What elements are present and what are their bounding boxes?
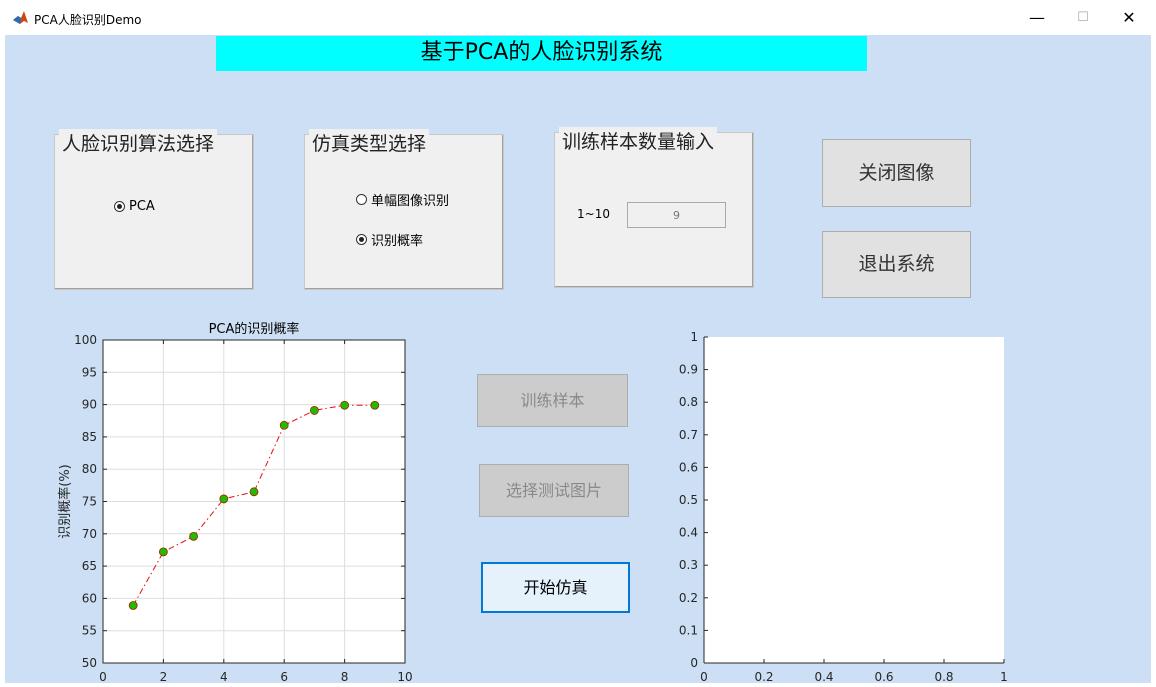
y-tick-label: 75 <box>82 495 97 509</box>
window-titlebar: PCA人脸识别Demo — ☐ ✕ <box>0 0 1156 35</box>
maximize-button[interactable]: ☐ <box>1060 0 1106 35</box>
x-tick-label: 4 <box>220 670 228 683</box>
x-tick-label: 10 <box>397 670 412 683</box>
plot-area <box>704 337 1004 663</box>
minimize-button[interactable]: — <box>1014 0 1060 35</box>
samples-panel-title: 训练样本数量输入 <box>559 127 718 154</box>
y-tick-label: 85 <box>82 430 97 444</box>
y-tick-label: 0.6 <box>679 460 698 474</box>
data-point <box>128 601 138 610</box>
sample-count-input[interactable]: 9 <box>627 202 726 228</box>
x-tick-label: 0.6 <box>874 670 893 683</box>
y-tick-label: 1 <box>690 330 698 344</box>
y-tick-label: 70 <box>82 527 97 541</box>
recognition-rate-chart: 50 55 60 65 70 75 80 85 90 95 100 0 2 4 6 8 10 PCA的识别概率识别… <box>57 321 413 683</box>
y-tick-label: 95 <box>82 365 97 379</box>
data-point <box>279 420 289 430</box>
y-tick-label: 90 <box>82 398 97 412</box>
x-tick-label: 2 <box>160 670 168 683</box>
select-test-image-button[interactable]: 选择测试图片 <box>479 464 629 517</box>
y-tick-label: 0.8 <box>679 395 698 409</box>
x-tick-label: 0.8 <box>934 670 953 683</box>
y-tick-label: 65 <box>82 559 97 573</box>
figure-client-area: 基于PCA的人脸识别系统 人脸识别算法选择 PCA 仿真类型选择 单幅图像识别 … <box>5 35 1151 683</box>
train-samples-button[interactable]: 训练样本 <box>477 374 628 427</box>
matlab-logo-icon <box>13 11 28 24</box>
exit-system-button[interactable]: 退出系统 <box>822 231 971 298</box>
close-image-button[interactable]: 关闭图像 <box>822 139 971 207</box>
y-tick-label: 50 <box>82 656 97 670</box>
y-tick-label: 60 <box>82 591 97 605</box>
x-tick-label: 0.2 <box>754 670 773 683</box>
y-tick-label: 0.2 <box>679 591 698 605</box>
y-tick-label: 0.7 <box>679 428 698 442</box>
data-point <box>370 400 380 410</box>
data-point <box>340 400 350 410</box>
y-tick-label: 100 <box>74 333 97 347</box>
x-tick-label: 0 <box>99 670 107 683</box>
y-tick-label: 0.9 <box>679 363 698 377</box>
y-tick-label: 80 <box>82 462 97 476</box>
x-tick-label: 1 <box>1000 670 1008 683</box>
data-point <box>189 531 199 541</box>
start-simulation-button[interactable]: 开始仿真 <box>481 562 630 613</box>
x-tick-label: 8 <box>341 670 349 683</box>
window-title: PCA人脸识别Demo <box>34 13 142 27</box>
data-point <box>309 406 319 415</box>
sample-range-label: 1~10 <box>577 207 610 221</box>
y-axis-label: 识别概率(%) <box>57 464 73 539</box>
close-window-button[interactable]: ✕ <box>1106 0 1152 35</box>
data-point <box>158 547 168 557</box>
image-display-axes: 0 0.1 0.2 0.3 0.4 0.5 0.6 0.7 0.8 0.9 1 0 0.2 0.4 0.6 0… <box>679 330 1008 683</box>
y-tick-label: 0.4 <box>679 526 698 540</box>
x-tick-label: 0.4 <box>814 670 833 683</box>
y-tick-label: 0 <box>690 656 698 670</box>
data-point <box>249 487 259 497</box>
samples-panel: 训练样本数量输入 1~10 9 <box>554 127 754 288</box>
data-point <box>219 494 229 504</box>
x-tick-label: 6 <box>280 670 288 683</box>
y-tick-label: 55 <box>82 624 97 638</box>
x-tick-label: 0 <box>700 670 708 683</box>
y-tick-label: 0.3 <box>679 558 698 572</box>
y-tick-label: 0.1 <box>679 623 698 637</box>
chart-title: PCA的识别概率 <box>209 321 300 337</box>
y-tick-label: 0.5 <box>679 493 698 507</box>
